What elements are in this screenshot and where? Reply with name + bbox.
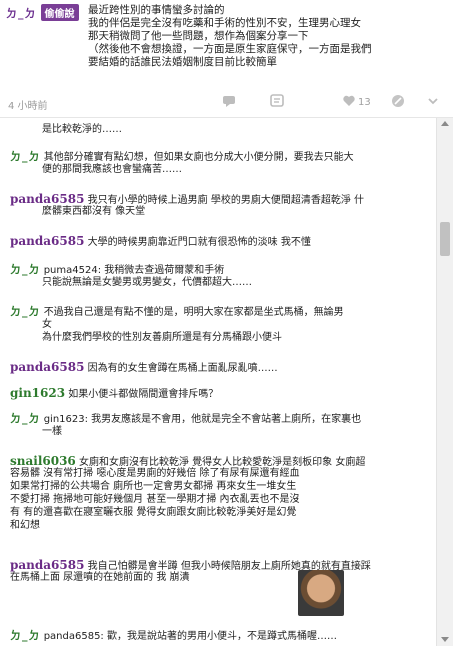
author-mark[interactable]: ㄉ_ㄉ — [10, 629, 41, 642]
post-time: 4 小時前 — [8, 101, 48, 112]
more-icon[interactable] — [424, 94, 442, 112]
post-header: ㄉ_ㄉ 偷偷說 — [6, 4, 79, 21]
author-name[interactable]: panda6585 — [10, 360, 84, 374]
comment-line: 因為有的女生會蹲在馬桶上面亂尿亂噴…… — [87, 363, 278, 374]
comment-line: 如果小便斗都做隔間還會排斥嗎？ — [68, 389, 219, 400]
comment-item: snail6036 女廁和女廁沒有比較乾淨 覺得女人比較愛乾淨是刻板印象 女廁超 — [10, 455, 365, 469]
comment-line: gin1623: 我男友應該是不會用，他就是完全不會站著上廁所，在家裏也 — [43, 414, 362, 425]
author-name[interactable]: snail6036 — [10, 454, 76, 468]
comment-line: 和幻想 — [10, 520, 40, 531]
comment-item: ㄉ_ㄉ 不過我自己還是有點不懂的是，明明大家在家都是坐式馬桶，無論男 — [10, 306, 344, 319]
comment-item: panda6585 我只有小學的時候上過男廁 學校的男廁大便間超清香超乾淨 什 — [10, 193, 364, 207]
board-badge[interactable]: 偷偷說 — [40, 4, 79, 21]
comment-line: 女廁和女廁沒有比較乾淨 覺得女人比較愛乾淨是刻板印象 女廁超 — [78, 457, 366, 468]
comment-line: 為什麼我們學校的性別友善廁所還是有分馬桶跟小便斗 — [42, 332, 282, 343]
chat-icon[interactable] — [220, 94, 238, 112]
scroll-thumb[interactable] — [440, 222, 450, 256]
comment-line: 在馬桶上面 尿還噴的在她前面的 我 崩潰 — [10, 572, 190, 583]
comment-line: 麼髒東西都沒有 像天堂 — [42, 206, 146, 217]
author-name[interactable]: gin1623 — [10, 386, 65, 400]
post-line-3: 那天稍微問了他一些問題，想作為個案分享一下 — [88, 30, 309, 42]
comment-item: gin1623 如果小便斗都做隔間還會排斥嗎？ — [10, 387, 218, 401]
comment-line: 我只有小學的時候上過男廁 學校的男廁大便間超清香超乾淨 什 — [87, 195, 365, 206]
comment-icon[interactable] — [268, 94, 286, 112]
comment-item: ㄉ_ㄉ 其他部分確實有點幻想，但如果女廁也分成大小便分開，要我去只能大 — [10, 151, 354, 164]
author-mark[interactable]: ㄉ_ㄉ — [10, 412, 41, 425]
comment-line: 不愛打掃 拖掃地可能好幾個月 甚至一學期才掃 內衣亂丟也不是沒 — [10, 494, 300, 505]
author-name[interactable]: panda6585 — [10, 558, 84, 572]
comment-line: 大學的時候男廁靠近門口就有很恐怖的淡味 我不懂 — [87, 237, 311, 248]
author-name[interactable]: panda6585 — [10, 234, 84, 248]
comment-line: 其他部分確實有點幻想，但如果女廁也分成大小便分開，要我去只能大 — [43, 152, 354, 163]
author-mark[interactable]: ㄉ_ㄉ — [10, 305, 41, 318]
comment-line: 便的那間我應該也會蠻痛苦…… — [42, 164, 182, 175]
comment-line: 不過我自己還是有點不懂的是，明明大家在家都是坐式馬桶，無論男 — [43, 307, 344, 318]
comment-line: 女 — [42, 319, 52, 330]
author-mark[interactable]: ㄉ_ㄉ — [10, 263, 41, 276]
report-icon[interactable] — [389, 94, 407, 112]
author-mark[interactable]: ㄉ_ㄉ — [10, 150, 41, 163]
comment-line: puma4524: 我稍微去查過荷爾蒙和手術 — [43, 265, 225, 276]
comment-text: 是比較乾淨的…… — [42, 124, 122, 135]
comment-line: 只能說無論是女變男或男變女，代價都超大…… — [42, 277, 252, 288]
post-line-2: 我的伴侶是完全沒有吃藥和手術的性別不安，生理男心理女 — [88, 17, 361, 29]
comment-item: ㄉ_ㄉ panda6585: 歡，我是說站著的男用小便斗，不是蹲式馬桶喔…… — [10, 630, 337, 643]
comment-item: panda6585 大學的時候男廁靠近門口就有很恐怖的淡味 我不懂 — [10, 235, 311, 249]
comment-item: panda6585 因為有的女生會蹲在馬桶上面亂尿亂噴…… — [10, 361, 278, 375]
author-name[interactable]: panda6585 — [10, 192, 84, 206]
like-count: 13 — [358, 97, 371, 108]
comment-list: 是比較乾淨的…… ㄉ_ㄉ 其他部分確實有點幻想，但如果女廁也分成大小便分開，要我… — [0, 118, 436, 646]
post-card: ㄉ_ㄉ 偷偷說 最近跨性別的事情蠻多討論的 我的伴侶是完全沒有吃藥和手術的性別不… — [0, 0, 453, 118]
comment-line: 有 有的還喜歡在寢室曬衣服 覺得女廁跟女廁比較乾淨美好是幻覺 — [10, 507, 297, 518]
sticker-image — [298, 570, 344, 616]
comment-continuation: 是比較乾淨的…… — [42, 124, 122, 136]
comment-item: ㄉ_ㄉ puma4524: 我稍微去查過荷爾蒙和手術 — [10, 264, 224, 277]
post-line-5: 要結婚的話誰民法婚姻制度目前比較簡單 — [88, 56, 277, 68]
author-avatar-mark[interactable]: ㄉ_ㄉ — [6, 5, 37, 21]
comment-line: 一樣 — [42, 426, 62, 437]
post-line-1: 最近跨性別的事情蠻多討論的 — [88, 4, 225, 16]
scroll-down-arrow-icon[interactable] — [441, 637, 449, 642]
scrollbar[interactable] — [436, 118, 453, 646]
post-meta-bar: 4 小時前 13 — [0, 94, 453, 116]
scroll-up-arrow-icon[interactable] — [441, 121, 449, 126]
comment-line: panda6585: 歡，我是說站著的男用小便斗，不是蹲式馬桶喔…… — [43, 631, 337, 642]
heart-icon[interactable] — [340, 94, 358, 112]
comment-line: 容易髒 沒有常打掃 噁心度是男廁的好幾倍 除了有尿有屎還有經血 — [10, 468, 300, 479]
post-line-4: （然後他不會想換證，一方面是原生家庭保守，一方面是我們 — [88, 43, 372, 55]
comment-line: 如果常打掃的公共場合 廁所也一定會男女都掃 再來女生一堆女生 — [10, 481, 297, 492]
comment-item: ㄉ_ㄉ gin1623: 我男友應該是不會用，他就是完全不會站著上廁所，在家裏也 — [10, 413, 361, 426]
